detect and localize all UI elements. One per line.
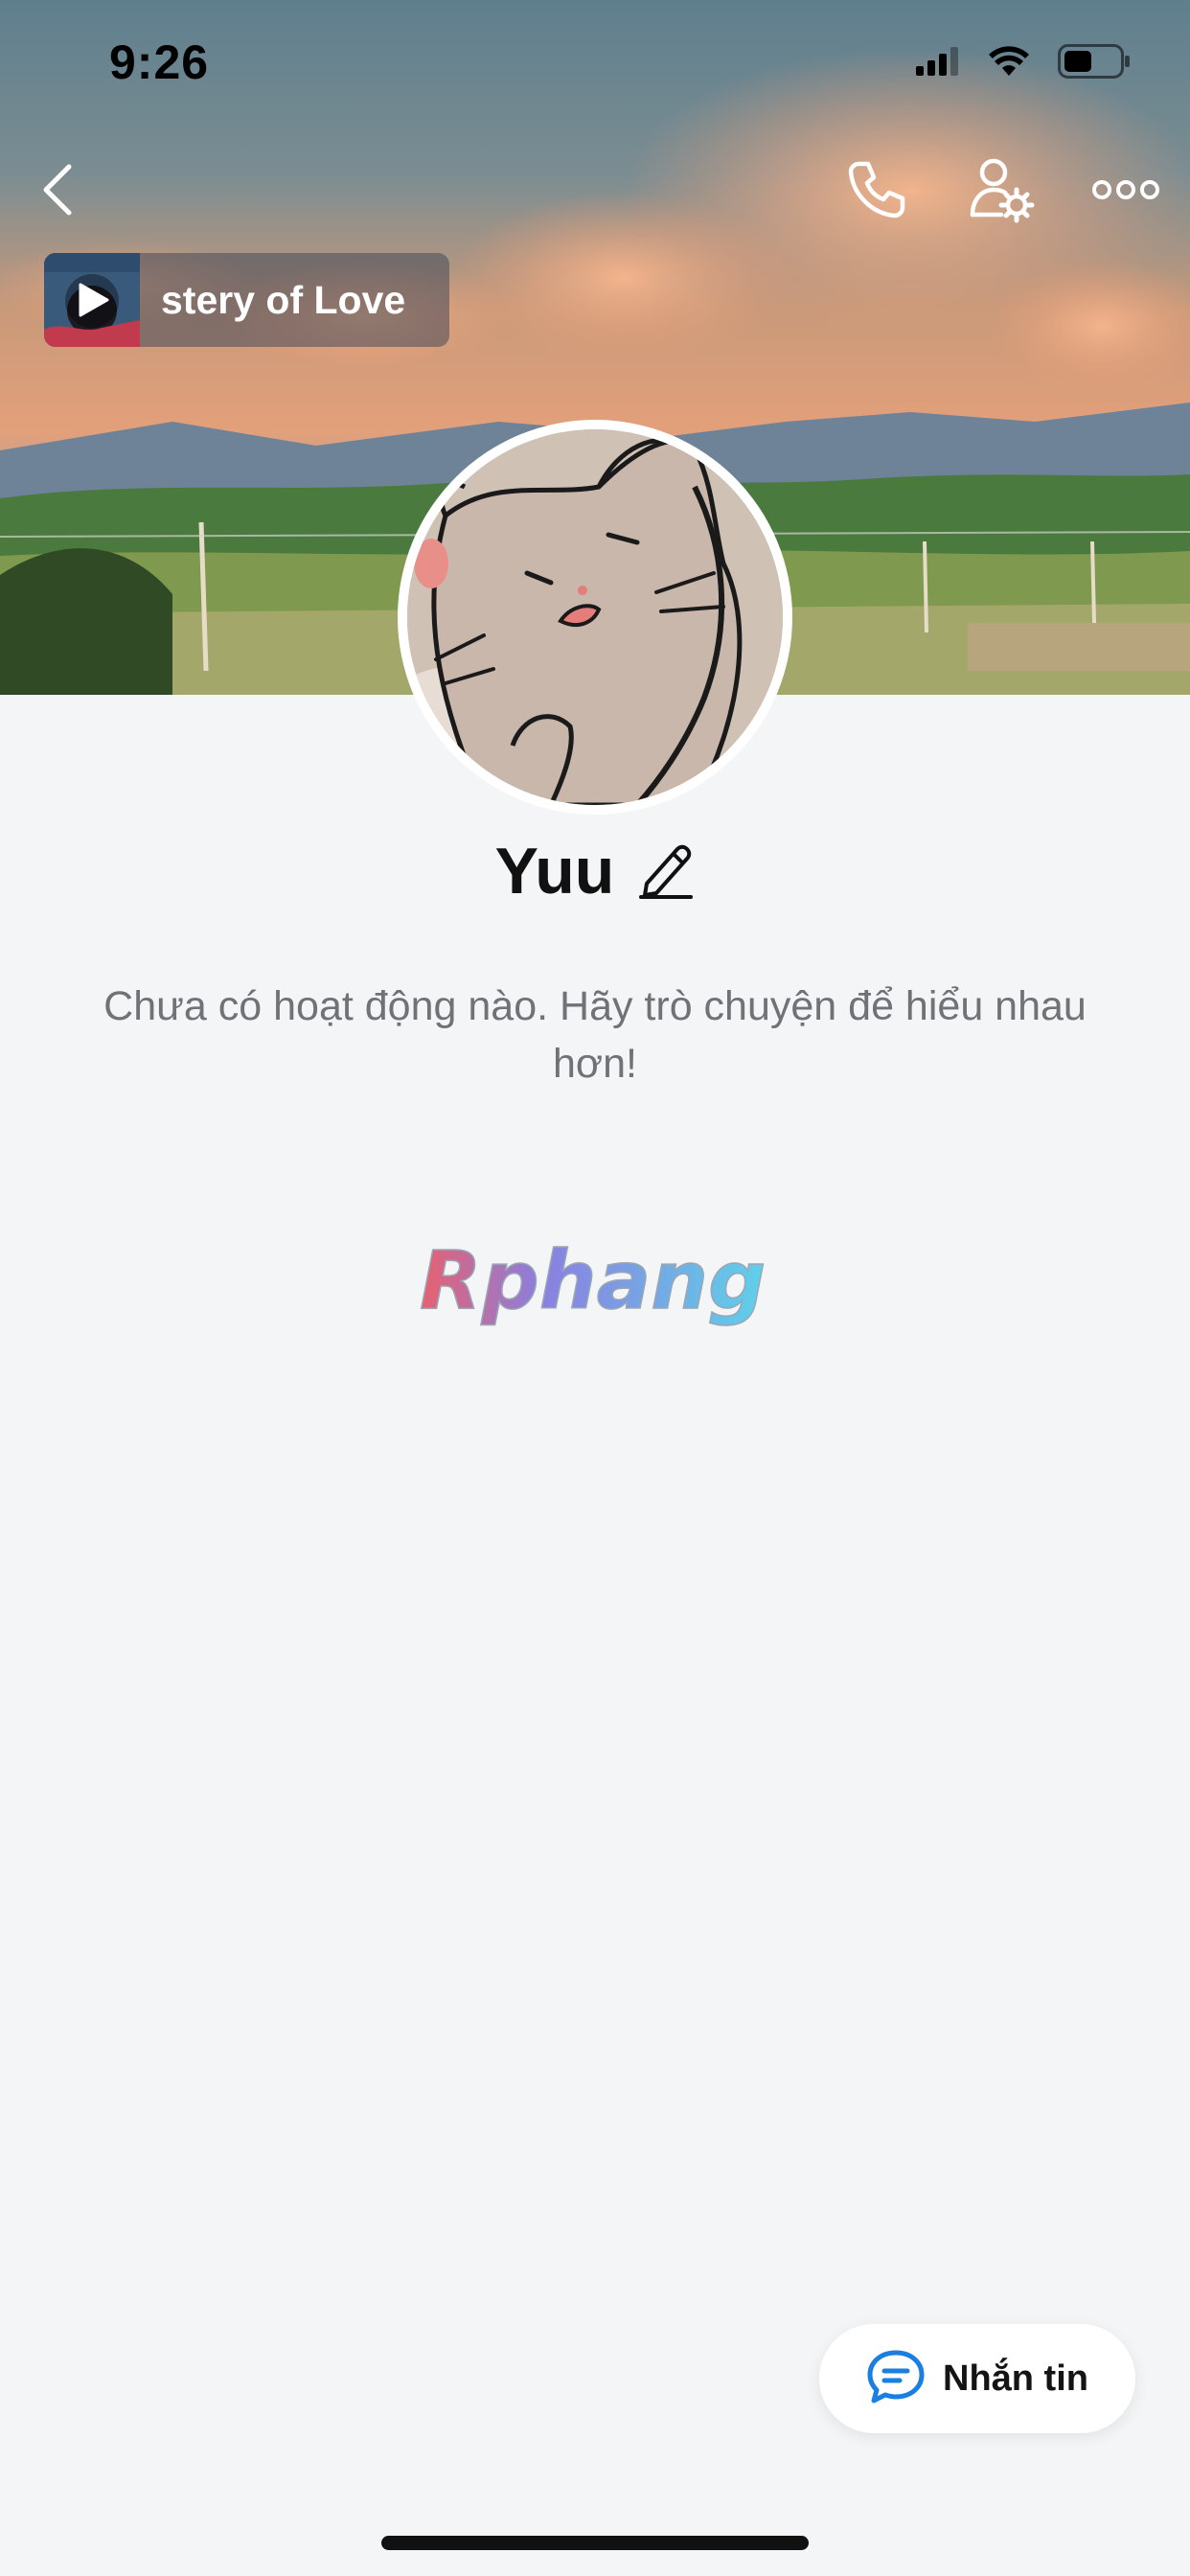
music-title: stery of Love <box>161 277 406 322</box>
phone-icon <box>845 158 908 226</box>
empty-activity-message: Chưa có hoạt động nào. Hãy trò chuyện để… <box>103 983 1087 1087</box>
profile-name-row: Yuu <box>0 834 1190 908</box>
message-button-label: Nhắn tin <box>943 2358 1088 2399</box>
profile-name: Yuu <box>494 835 615 908</box>
avatar[interactable] <box>398 420 792 815</box>
watermark-text: Rphang <box>420 1233 766 1327</box>
back-chevron-icon <box>40 163 75 221</box>
edit-name-button[interactable] <box>637 840 695 903</box>
back-button[interactable] <box>29 153 86 230</box>
user-settings-button[interactable] <box>958 151 1044 232</box>
avatar-image <box>407 429 783 805</box>
status-icons <box>916 44 1131 83</box>
wifi-icon <box>989 46 1029 81</box>
top-bar <box>0 144 1190 235</box>
more-dots-icon <box>1092 178 1159 206</box>
cellular-signal-icon <box>916 47 960 80</box>
profile-music-player[interactable]: stery of Love <box>44 253 449 347</box>
music-album-art <box>44 253 140 347</box>
chat-bubble-icon <box>866 2349 926 2409</box>
status-bar: 9:26 <box>0 0 1190 125</box>
battery-icon <box>1058 44 1131 83</box>
more-options-button[interactable] <box>1083 163 1169 220</box>
pencil-icon <box>639 840 694 904</box>
watermark-logo: Rphang <box>412 1231 786 1337</box>
message-button[interactable]: Nhắn tin <box>819 2324 1135 2433</box>
status-time: 9:26 <box>109 35 210 89</box>
user-settings-icon <box>967 155 1036 229</box>
play-icon <box>77 282 111 323</box>
call-button[interactable] <box>834 153 920 230</box>
home-indicator[interactable] <box>381 2536 809 2550</box>
